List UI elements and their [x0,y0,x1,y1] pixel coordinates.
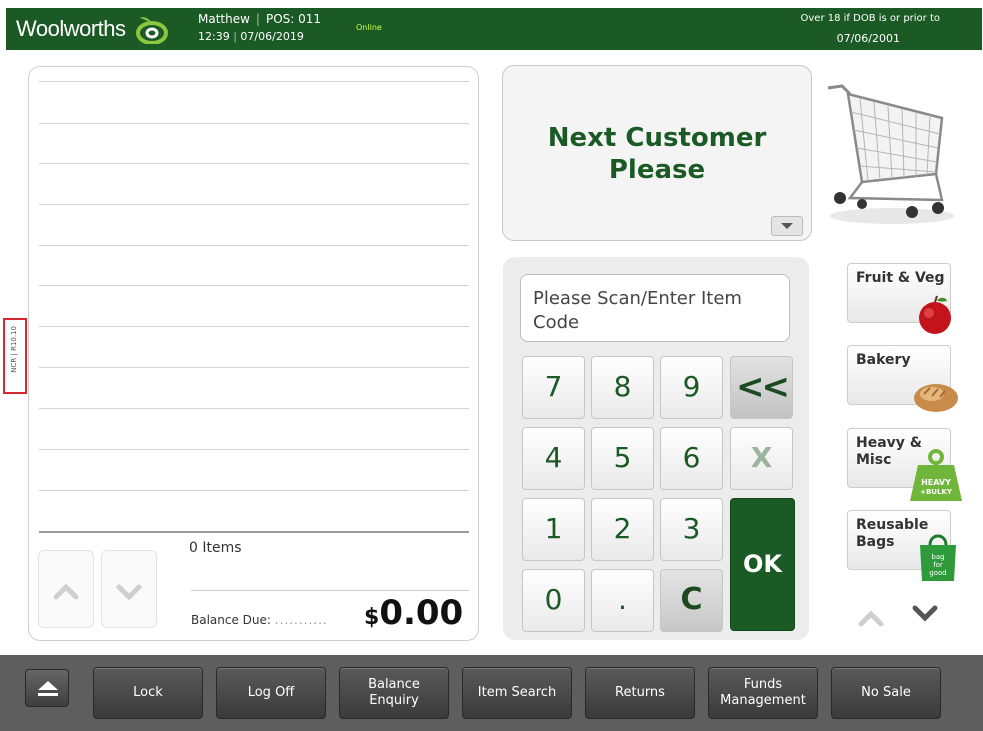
apple-icon [919,295,951,334]
green-bag-icon: bag for good [920,534,956,581]
backspace-key[interactable]: << [730,356,793,419]
version-text: NCR | R10.10 [10,326,18,373]
key-4[interactable]: 4 [522,427,585,490]
list-row-line [39,326,469,327]
pos-number: POS: 011 [265,12,322,26]
key-1[interactable]: 1 [522,498,585,561]
currency-symbol: $ [364,605,380,630]
message-line-1: Next Customer [547,123,767,153]
category-heavy-misc-button[interactable]: Heavy & Misc HEAVY +BULKY [847,428,962,501]
message-panel: Next Customer Please [502,65,812,241]
operator-name: Matthew [198,12,250,26]
item-code-input[interactable]: Please Scan/Enter Item Code [520,274,790,342]
list-row-line [39,408,469,409]
key-decimal[interactable]: . [591,569,654,632]
list-row-line [39,449,469,450]
key-6[interactable]: 6 [660,427,723,490]
svg-text:for: for [933,561,943,569]
category-bakery-button[interactable]: Bakery [847,345,958,412]
message-dropdown-button[interactable] [771,216,803,236]
lock-button[interactable]: Lock [93,667,203,719]
cancel-key[interactable]: X [730,427,793,490]
svg-text:HEAVY: HEAVY [921,478,951,487]
message-line-2: Please [608,155,706,185]
returns-button[interactable]: Returns [585,667,695,719]
heavy-weight-icon: HEAVY +BULKY [910,449,962,501]
item-list-panel: 0 Items Balance Due: ........... $0.00 [28,66,479,641]
age-notice-text: Over 18 if DOB is or prior to [800,13,940,24]
brand-logo-text: Woolworths [16,16,126,41]
key-8[interactable]: 8 [591,356,654,419]
svg-text:good: good [929,569,946,577]
key-7[interactable]: 7 [522,356,585,419]
log-off-button[interactable]: Log Off [216,667,326,719]
scan-placeholder-line-2: Code [533,312,580,333]
balance-value: 0.00 [379,593,464,633]
list-scroll-up-button[interactable] [38,550,94,628]
items-count: 0 Items [189,540,242,556]
balance-dots: ........... [274,613,328,627]
woolworths-logo-icon [136,17,168,44]
list-row-line [39,490,469,491]
online-status: Online [356,23,382,32]
item-search-button[interactable]: Item Search [462,667,572,719]
list-divider [39,531,469,533]
ok-button[interactable]: OK [730,498,795,631]
version-tag: NCR | R10.10 [3,318,27,394]
date-text: 07/06/2019 [240,30,304,43]
category-scroll-up-button[interactable] [856,604,886,630]
list-row-line [39,367,469,368]
operator-info: Matthew | POS: 011 [198,12,322,26]
bread-icon [914,384,958,412]
list-scroll-down-button[interactable] [101,550,157,628]
category-fruit-veg-button[interactable]: Fruit & Veg [847,263,951,334]
key-3[interactable]: 3 [660,498,723,561]
svg-text:+BULKY: +BULKY [920,488,953,496]
category-scroll-down-button[interactable] [910,600,940,626]
chevron-down-icon [116,584,142,601]
svg-text:bag: bag [931,553,944,561]
balance-divider [191,590,469,591]
category-reusable-bags-button[interactable]: Reusable Bags bag for good [847,510,956,581]
clock: 12:39 | 07/06/2019 [198,30,304,43]
header-bar: Woolworths Matthew | POS: 011 12:39 | 07/0… [6,8,982,50]
category-label: Fruit & Veg [856,270,945,286]
balance-label-text: Balance Due: [191,613,271,627]
eject-icon [38,681,58,696]
balance-amount: $0.00 [364,593,463,633]
list-row-line [39,245,469,246]
list-row-line [39,163,469,164]
key-9[interactable]: 9 [660,356,723,419]
triangle-down-icon [781,223,793,229]
keypad-panel: Please Scan/Enter Item Code 7 8 9 << 4 5… [503,257,809,640]
category-label: Bakery [856,352,911,368]
key-5[interactable]: 5 [591,427,654,490]
time-text: 12:39 [198,30,230,43]
eject-button[interactable] [25,669,69,707]
clear-key[interactable]: C [660,569,723,632]
list-row-line [39,285,469,286]
key-0[interactable]: 0 [522,569,585,632]
next-customer-message: Next Customer Please [503,122,811,186]
no-sale-button[interactable]: No Sale [831,667,941,719]
bottom-toolbar: Lock Log Off Balance Enquiry Item Search… [0,655,983,731]
key-2[interactable]: 2 [591,498,654,561]
balance-enquiry-button[interactable]: Balance Enquiry [339,667,449,719]
chevron-up-icon [53,583,79,600]
balance-label: Balance Due: ........... [191,613,328,627]
funds-management-button[interactable]: Funds Management [708,667,818,719]
list-row-line [39,204,469,205]
shopping-cart-icon [827,84,954,224]
scan-placeholder-line-1: Please Scan/Enter Item [533,288,742,309]
list-row-line [39,123,469,124]
list-row-line [39,81,469,82]
age-notice-date: 07/06/2001 [836,32,900,45]
